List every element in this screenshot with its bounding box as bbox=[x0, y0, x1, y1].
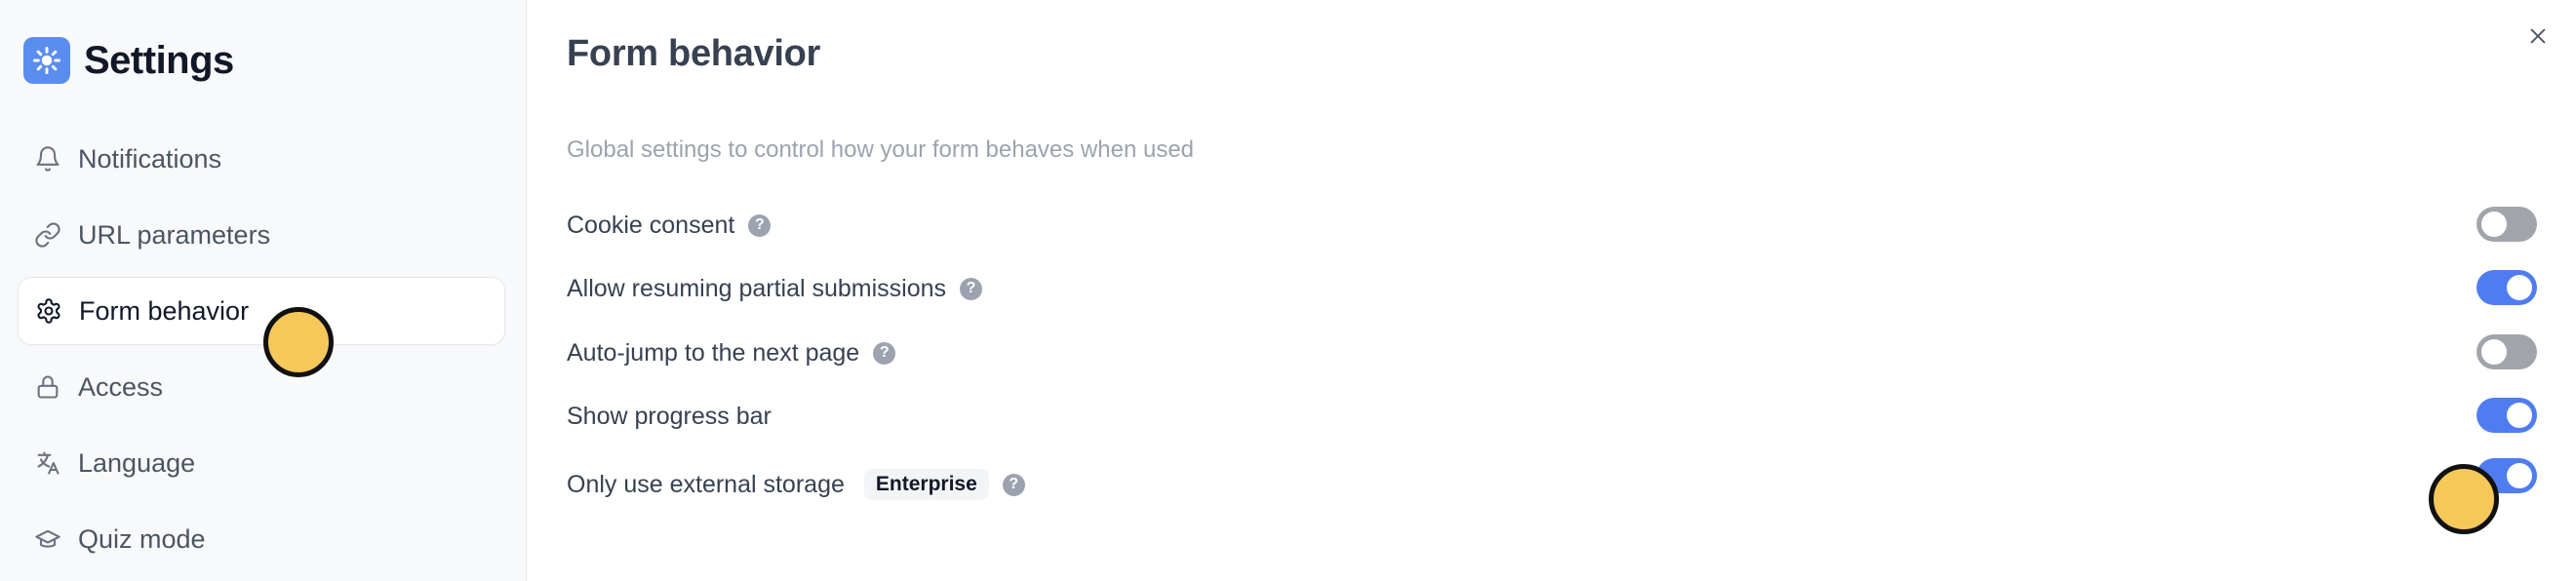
toggle-knob bbox=[2507, 463, 2532, 488]
help-icon[interactable]: ? bbox=[873, 341, 896, 365]
sidebar-item-label: Language bbox=[78, 447, 196, 478]
setting-label: Only use external storage bbox=[567, 470, 845, 498]
settings-gear-icon bbox=[23, 37, 70, 84]
toggle-knob bbox=[2507, 275, 2532, 300]
toggle-knob bbox=[2481, 339, 2507, 365]
sidebar-item-url-parameters[interactable]: URL parameters bbox=[18, 201, 505, 269]
setting-label: Allow resuming partial submissions bbox=[567, 274, 947, 302]
sidebar-item-form-behavior[interactable]: Form behavior bbox=[18, 277, 505, 345]
translate-icon bbox=[33, 448, 62, 478]
sidebar-item-label: Notifications bbox=[78, 143, 222, 174]
close-icon bbox=[2530, 28, 2546, 44]
auto-jump-toggle[interactable] bbox=[2477, 334, 2537, 369]
setting-label: Cookie consent bbox=[567, 211, 735, 239]
setting-row-progress-bar: Show progress bar bbox=[567, 397, 2537, 436]
setting-label: Auto-jump to the next page bbox=[567, 338, 860, 367]
setting-row-cookie-consent: Cookie consent ? bbox=[567, 206, 2537, 245]
settings-content: Form behavior Global settings to control… bbox=[528, 0, 2576, 581]
help-icon[interactable]: ? bbox=[748, 213, 772, 237]
sidebar-item-label: URL parameters bbox=[78, 219, 271, 250]
graduation-cap-icon bbox=[33, 524, 62, 554]
close-button[interactable] bbox=[2523, 21, 2553, 51]
toggle-knob bbox=[2481, 212, 2507, 237]
sidebar-item-label: Form behavior bbox=[79, 295, 250, 326]
toggle-knob bbox=[2507, 403, 2532, 428]
setting-row-external-storage: Only use external storage Enterprise ? bbox=[567, 458, 2537, 504]
resume-partial-toggle[interactable] bbox=[2477, 270, 2537, 305]
gear-icon bbox=[34, 296, 63, 326]
enterprise-badge: Enterprise bbox=[863, 469, 989, 500]
sidebar-item-quiz-mode[interactable]: Quiz mode bbox=[18, 505, 505, 573]
lock-icon bbox=[33, 372, 62, 402]
setting-row-resume-partial: Allow resuming partial submissions ? bbox=[567, 269, 2537, 308]
sidebar-item-access[interactable]: Access bbox=[18, 353, 505, 421]
progress-bar-toggle[interactable] bbox=[2477, 398, 2537, 433]
cookie-consent-toggle[interactable] bbox=[2477, 207, 2537, 242]
settings-sidebar: Settings Notifications URL parameters Fo… bbox=[0, 0, 527, 581]
sidebar-item-language[interactable]: Language bbox=[18, 429, 505, 497]
help-icon[interactable]: ? bbox=[960, 277, 983, 300]
link-icon bbox=[33, 220, 62, 250]
settings-nav: Notifications URL parameters Form behavi… bbox=[18, 125, 505, 581]
page-description: Global settings to control how your form… bbox=[567, 136, 1195, 163]
sidebar-header: Settings bbox=[23, 37, 234, 84]
setting-row-auto-jump: Auto-jump to the next page ? bbox=[567, 333, 2537, 372]
sidebar-item-label: Access bbox=[78, 371, 164, 402]
cursor-marker bbox=[2429, 464, 2499, 534]
setting-label: Show progress bar bbox=[567, 402, 772, 430]
page-title: Form behavior bbox=[567, 33, 821, 74]
sidebar-item-label: Quiz mode bbox=[78, 523, 206, 554]
sidebar-item-notifications[interactable]: Notifications bbox=[18, 125, 505, 193]
bell-icon bbox=[33, 144, 62, 174]
cursor-marker bbox=[263, 307, 334, 377]
sidebar-title: Settings bbox=[84, 38, 234, 82]
help-icon[interactable]: ? bbox=[1002, 473, 1025, 496]
